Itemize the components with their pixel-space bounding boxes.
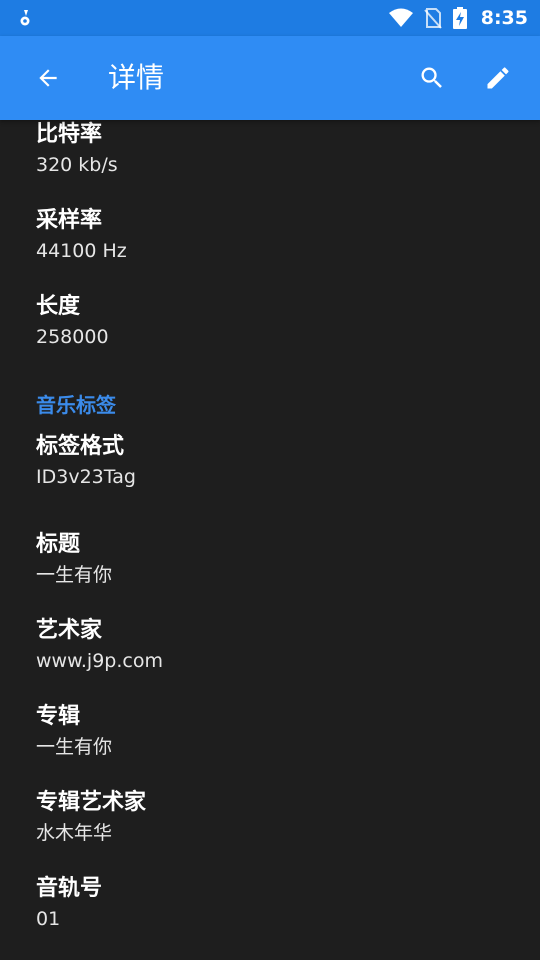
detail-value: 320 kb/s [36,154,118,176]
detail-item-album-artist[interactable]: 专辑艺术家 水木年华 [36,788,516,846]
status-icons: 8:35 [388,0,528,36]
notification-icon [20,10,30,26]
detail-item-tag-format[interactable]: 标签格式 ID3v23Tag [36,432,516,490]
detail-value: 01 [36,908,61,930]
detail-label: 比特率 [36,122,103,147]
arrow-back-icon [39,69,57,87]
detail-item-bitrate[interactable]: 比特率 320 kb/s [36,120,516,178]
detail-value: 一生有你 [36,564,113,586]
detail-value: 258000 [36,326,109,348]
detail-label: 艺术家 [36,618,103,643]
search-button[interactable] [412,58,452,98]
wifi-icon [388,8,413,27]
detail-label: 音轨号 [36,876,103,901]
no-sim-icon [423,8,442,29]
detail-value: ID3v23Tag [36,466,136,488]
status-time: 8:35 [480,7,528,29]
detail-label: 专辑 [36,704,81,729]
back-button[interactable] [28,58,68,98]
detail-label: 标题 [36,532,81,557]
details-list[interactable]: 比特率 320 kb/s 采样率 44100 Hz 长度 258000 音乐标签… [0,120,540,960]
detail-item-title[interactable]: 标题 一生有你 [36,530,516,588]
detail-item-artist[interactable]: 艺术家 www.j9p.com [36,616,516,674]
detail-label: 标签格式 [36,434,125,459]
edit-button[interactable] [478,58,518,98]
detail-value: 44100 Hz [36,240,127,262]
detail-value: 一生有你 [36,736,113,758]
page-title: 详情 [108,61,165,94]
section-header-music-tags: 音乐标签 [36,393,116,417]
detail-label: 采样率 [36,208,103,233]
search-icon [421,67,442,88]
detail-item-length[interactable]: 长度 258000 [36,292,516,350]
pencil-icon [487,67,509,89]
detail-value: 水木年华 [36,822,113,844]
app-bar: 详情 [0,36,540,120]
detail-item-album[interactable]: 专辑 一生有你 [36,702,516,760]
detail-item-sample-rate[interactable]: 采样率 44100 Hz [36,206,516,264]
detail-label: 专辑艺术家 [36,790,147,815]
detail-value: www.j9p.com [36,650,163,672]
detail-label: 长度 [36,294,81,319]
status-bar: 8:35 [0,0,540,36]
battery-charging-icon [452,7,467,29]
detail-item-track-number[interactable]: 音轨号 01 [36,874,516,932]
